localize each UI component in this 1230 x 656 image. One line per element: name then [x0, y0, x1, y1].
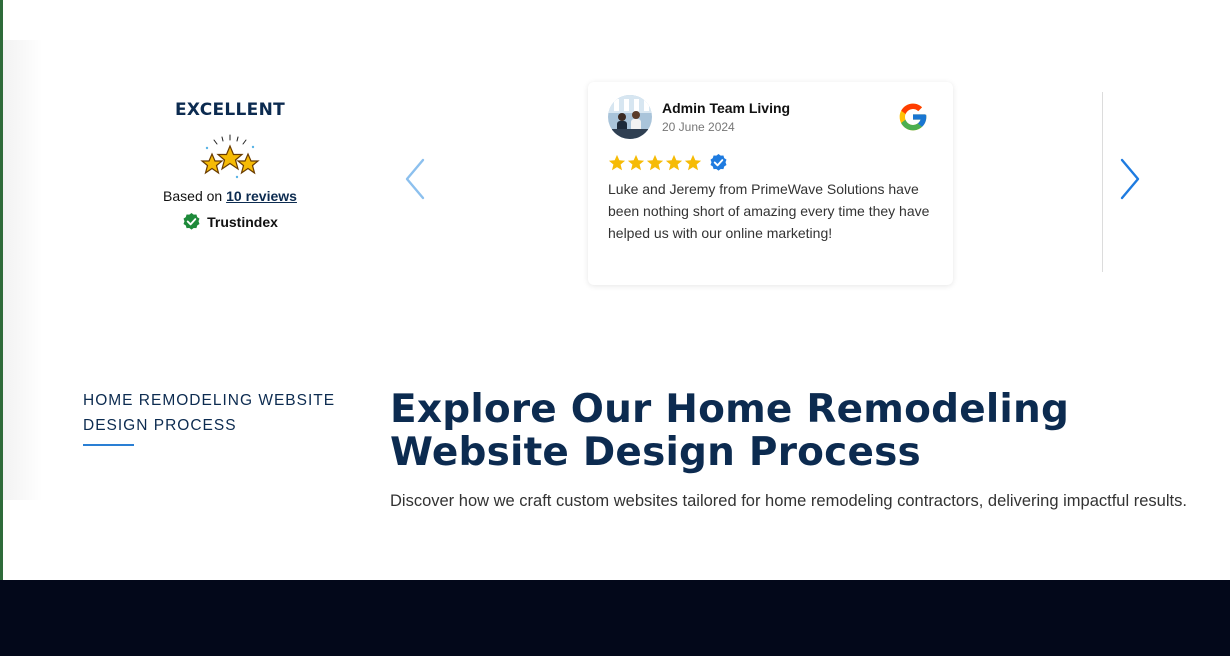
dark-footer-band: [0, 580, 1230, 656]
verified-check-icon: [183, 212, 200, 230]
review-text: Luke and Jeremy from PrimeWave Solutions…: [608, 181, 930, 241]
reviewer-name: Admin Team Living: [662, 100, 791, 116]
star-icon: [627, 154, 645, 170]
chevron-left-icon: [405, 158, 425, 200]
section-description: Discover how we craft custom websites ta…: [390, 492, 1187, 510]
rating-summary: EXCELLENT Based on 10 reviews Trustindex: [130, 100, 330, 231]
review-stars: [608, 153, 933, 172]
star-icon: [665, 154, 683, 170]
chevron-right-icon: [1120, 158, 1140, 200]
trustindex-badge[interactable]: Trustindex: [130, 212, 330, 231]
based-on-text: Based on 10 reviews: [130, 188, 330, 204]
next-review-card-edge: [1102, 92, 1103, 272]
carousel-prev-button[interactable]: [403, 158, 427, 200]
section-title: Explore Our Home Remodeling Website Desi…: [390, 387, 1070, 475]
left-shadow: [3, 40, 43, 500]
review-date: 20 June 2024: [662, 120, 735, 134]
based-on-prefix: Based on: [163, 188, 223, 204]
star-icon: [684, 154, 702, 170]
reviewer-avatar: [608, 95, 652, 139]
google-icon: [899, 103, 927, 131]
three-stars-icon: [200, 134, 260, 179]
eyebrow-underline: [83, 444, 134, 446]
star-icon: [608, 154, 626, 170]
reviewer-info: Admin Team Living 20 June 2024: [662, 100, 790, 134]
trust-brand-label: Trustindex: [207, 213, 278, 230]
star-icon: [646, 154, 664, 170]
review-card: Admin Team Living 20 June 2024 Luke and …: [588, 82, 953, 285]
section-eyebrow-label: HOME REMODELING WEBSITE DESIGN PROCESS: [83, 392, 336, 434]
verified-badge-icon: [710, 153, 727, 171]
carousel-next-button[interactable]: [1118, 158, 1142, 200]
review-header: Admin Team Living 20 June 2024: [608, 95, 933, 139]
reviews-link[interactable]: 10 reviews: [226, 188, 297, 204]
rating-label: EXCELLENT: [174, 100, 285, 120]
